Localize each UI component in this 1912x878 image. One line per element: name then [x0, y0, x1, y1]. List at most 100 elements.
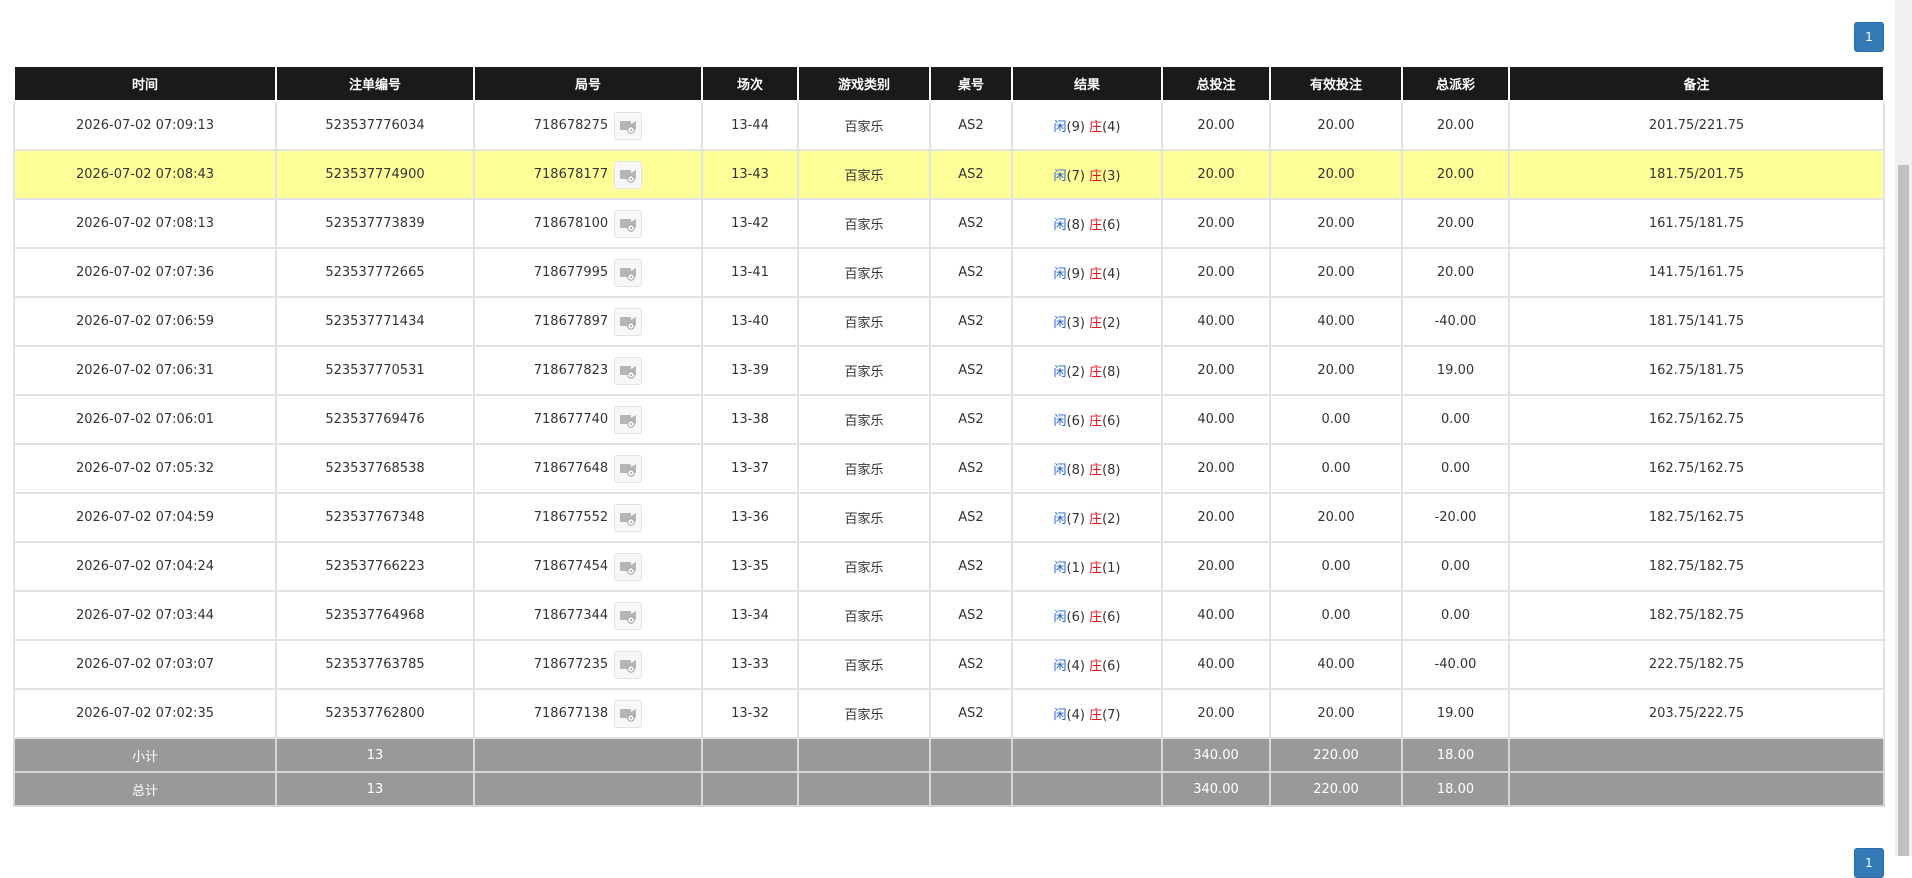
round-number: 718678100 — [533, 216, 609, 231]
table-row: 2026-07-02 07:08:13 523537773839 718678100… — [13, 198, 1885, 249]
cell-time: 2026-07-02 07:05:32 — [13, 443, 277, 494]
header-total-bet: 总投注 — [1161, 65, 1271, 102]
table-row: 2026-07-02 07:02:35 523537762800 718677138… — [13, 688, 1885, 739]
table-row: 2026-07-02 07:04:59 523537767348 718677552… — [13, 492, 1885, 543]
table-row: 2026-07-02 07:07:36 523537772665 718677995… — [13, 247, 1885, 298]
player-label: 闲 — [1053, 218, 1067, 233]
cell-valid-bet: 20.00 — [1269, 345, 1403, 396]
cell-note: 181.75/141.75 — [1508, 296, 1885, 347]
cell-time: 2026-07-02 07:03:44 — [13, 590, 277, 641]
banker-value: (6) — [1102, 414, 1121, 429]
player-value: (8) — [1066, 463, 1085, 478]
cell-time: 2026-07-02 07:06:59 — [13, 296, 277, 347]
cell-time: 2026-07-02 07:03:07 — [13, 639, 277, 690]
header-total-payout: 总派彩 — [1401, 65, 1510, 102]
cell-time: 2026-07-02 07:08:13 — [13, 198, 277, 249]
pagination-page-1-bottom[interactable]: 1 — [1854, 848, 1884, 878]
cell-round: 718677344 — [473, 590, 703, 641]
video-replay-icon[interactable] — [614, 699, 643, 728]
banker-value: (8) — [1102, 463, 1121, 478]
cell-note: 222.75/182.75 — [1508, 639, 1885, 690]
video-replay-icon[interactable] — [614, 601, 643, 630]
cell-time: 2026-07-02 07:02:35 — [13, 688, 277, 739]
total-payout: 18.00 — [1401, 771, 1510, 807]
player-label: 闲 — [1053, 365, 1067, 380]
player-label: 闲 — [1053, 463, 1067, 478]
cell-total-bet: 20.00 — [1161, 688, 1271, 739]
cell-round: 718677995 — [473, 247, 703, 298]
cell-time: 2026-07-02 07:07:36 — [13, 247, 277, 298]
cell-payout: 0.00 — [1401, 443, 1510, 494]
cell-total-bet: 20.00 — [1161, 443, 1271, 494]
cell-round: 718678177 — [473, 149, 703, 200]
pagination-page-1-top[interactable]: 1 — [1854, 22, 1884, 52]
table-row: 2026-07-02 07:09:13 523537776034 718678275… — [13, 100, 1885, 151]
video-replay-icon[interactable] — [614, 356, 643, 385]
banker-label: 庄 — [1089, 512, 1103, 527]
video-replay-icon[interactable] — [614, 405, 643, 434]
player-value: (2) — [1066, 365, 1085, 380]
video-replay-icon[interactable] — [614, 503, 643, 532]
cell-valid-bet: 40.00 — [1269, 639, 1403, 690]
banker-value: (6) — [1102, 659, 1121, 674]
cell-time: 2026-07-02 07:06:31 — [13, 345, 277, 396]
total-valid-bet: 220.00 — [1269, 771, 1403, 807]
cell-table-no: AS2 — [929, 443, 1013, 494]
video-replay-icon[interactable] — [614, 650, 643, 679]
cell-bet-id: 523537767348 — [275, 492, 475, 543]
subtotal-row: 小计 13 340.00 220.00 18.00 — [13, 737, 1885, 773]
player-label: 闲 — [1053, 169, 1067, 184]
banker-label: 庄 — [1089, 316, 1103, 331]
cell-valid-bet: 0.00 — [1269, 394, 1403, 445]
round-number: 718677454 — [533, 559, 609, 574]
cell-round: 718677235 — [473, 639, 703, 690]
cell-bet-id: 523537773839 — [275, 198, 475, 249]
player-value: (7) — [1066, 169, 1085, 184]
cell-payout: 0.00 — [1401, 394, 1510, 445]
banker-value: (8) — [1102, 365, 1121, 380]
cell-round: 718677138 — [473, 688, 703, 739]
cell-total-bet: 40.00 — [1161, 394, 1271, 445]
vertical-scrollbar[interactable] — [1895, 0, 1912, 856]
banker-label: 庄 — [1089, 365, 1103, 380]
scrollbar-thumb[interactable] — [1898, 165, 1909, 856]
cell-total-bet: 40.00 — [1161, 590, 1271, 641]
cell-bet-id: 523537766223 — [275, 541, 475, 592]
total-row: 总计 13 340.00 220.00 18.00 — [13, 771, 1885, 807]
video-replay-icon[interactable] — [614, 552, 643, 581]
video-replay-icon[interactable] — [614, 111, 643, 140]
round-number: 718677235 — [533, 657, 609, 672]
cell-result: 闲(9) 庄(4) — [1011, 247, 1163, 298]
cell-table-no: AS2 — [929, 394, 1013, 445]
cell-table-no: AS2 — [929, 149, 1013, 200]
video-replay-icon[interactable] — [614, 258, 643, 287]
player-value: (4) — [1066, 659, 1085, 674]
player-value: (9) — [1066, 267, 1085, 282]
total-count: 13 — [275, 771, 475, 807]
round-number: 718677897 — [533, 314, 609, 329]
video-replay-icon[interactable] — [614, 307, 643, 336]
cell-round: 718677454 — [473, 541, 703, 592]
cell-bet-id: 523537776034 — [275, 100, 475, 151]
table-row: 2026-07-02 07:05:32 523537768538 718677648… — [13, 443, 1885, 494]
cell-note: 182.75/182.75 — [1508, 541, 1885, 592]
cell-valid-bet: 20.00 — [1269, 100, 1403, 151]
banker-value: (3) — [1102, 169, 1121, 184]
banker-label: 庄 — [1089, 610, 1103, 625]
banker-value: (1) — [1102, 561, 1121, 576]
video-replay-icon[interactable] — [614, 454, 643, 483]
cell-session: 13-41 — [701, 247, 799, 298]
header-valid-bet: 有效投注 — [1269, 65, 1403, 102]
cell-table-no: AS2 — [929, 688, 1013, 739]
cell-game-type: 百家乐 — [797, 541, 931, 592]
round-number: 718677823 — [533, 363, 609, 378]
cell-valid-bet: 0.00 — [1269, 590, 1403, 641]
video-replay-icon[interactable] — [614, 209, 643, 238]
round-number: 718677344 — [533, 608, 609, 623]
cell-game-type: 百家乐 — [797, 198, 931, 249]
subtotal-payout: 18.00 — [1401, 737, 1510, 773]
banker-value: (7) — [1102, 708, 1121, 723]
banker-label: 庄 — [1089, 267, 1103, 282]
banker-label: 庄 — [1089, 659, 1103, 674]
video-replay-icon[interactable] — [614, 160, 643, 189]
